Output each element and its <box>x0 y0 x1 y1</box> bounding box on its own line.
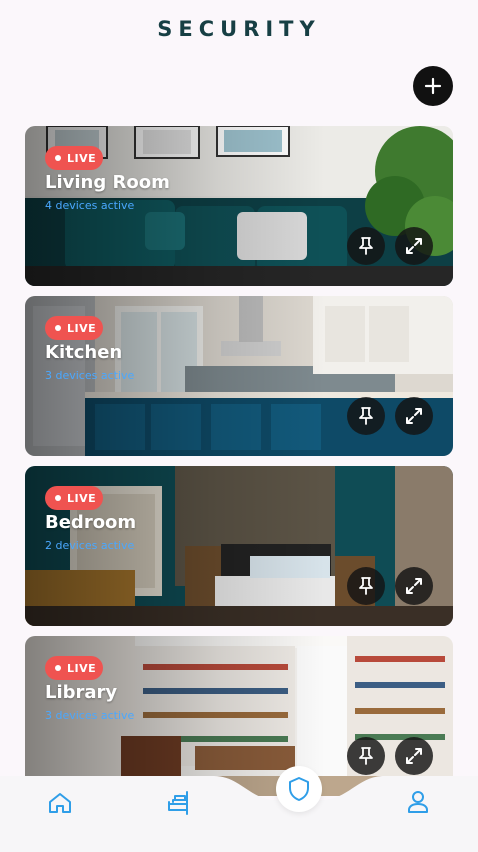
pin-icon <box>359 577 373 595</box>
pin-icon <box>359 237 373 255</box>
expand-button[interactable] <box>395 227 433 265</box>
live-label: LIVE <box>67 491 97 505</box>
add-room-button[interactable] <box>413 66 453 106</box>
pin-icon <box>359 747 373 765</box>
nav-profile-button[interactable] <box>402 786 434 818</box>
room-devices-count: 3 devices active <box>45 369 135 382</box>
room-card-living-room[interactable]: LIVE Living Room 4 devices active <box>25 126 453 286</box>
room-card-bedroom[interactable]: LIVE Bedroom 2 devices active <box>25 466 453 626</box>
shield-icon <box>289 777 309 801</box>
live-dot-icon <box>55 155 61 161</box>
expand-icon <box>406 748 422 764</box>
home-icon <box>49 793 71 813</box>
expand-button[interactable] <box>395 397 433 435</box>
live-label: LIVE <box>67 661 97 675</box>
nav-security-button[interactable] <box>276 766 322 812</box>
live-badge: LIVE <box>45 486 103 510</box>
room-devices-count: 3 devices active <box>45 709 135 722</box>
expand-button[interactable] <box>395 567 433 605</box>
page-title: SECURITY <box>157 17 321 41</box>
expand-icon <box>406 408 422 424</box>
live-badge: LIVE <box>45 316 103 340</box>
expand-icon <box>406 238 422 254</box>
room-card-kitchen[interactable]: LIVE Kitchen 3 devices active <box>25 296 453 456</box>
live-label: LIVE <box>67 321 97 335</box>
pin-button[interactable] <box>347 737 385 775</box>
live-badge: LIVE <box>45 656 103 680</box>
live-dot-icon <box>55 325 61 331</box>
room-card-library[interactable]: LIVE Library 3 devices active <box>25 636 453 796</box>
expand-icon <box>406 578 422 594</box>
pin-button[interactable] <box>347 567 385 605</box>
live-badge: LIVE <box>45 146 103 170</box>
live-label: LIVE <box>67 151 97 165</box>
nav-home-button[interactable] <box>44 788 76 818</box>
plus-icon <box>424 77 442 95</box>
room-name: Kitchen <box>45 342 123 363</box>
room-name: Library <box>45 682 118 703</box>
room-devices-count: 2 devices active <box>45 539 135 552</box>
user-icon <box>408 791 428 813</box>
room-name: Bedroom <box>45 512 137 533</box>
live-dot-icon <box>55 495 61 501</box>
nav-rooms-button[interactable] <box>162 786 196 818</box>
pin-icon <box>359 407 373 425</box>
room-name: Living Room <box>45 172 170 193</box>
pin-button[interactable] <box>347 227 385 265</box>
expand-button[interactable] <box>395 737 433 775</box>
sofa-icon <box>168 791 188 815</box>
pin-button[interactable] <box>347 397 385 435</box>
room-devices-count: 4 devices active <box>45 199 135 212</box>
live-dot-icon <box>55 665 61 671</box>
